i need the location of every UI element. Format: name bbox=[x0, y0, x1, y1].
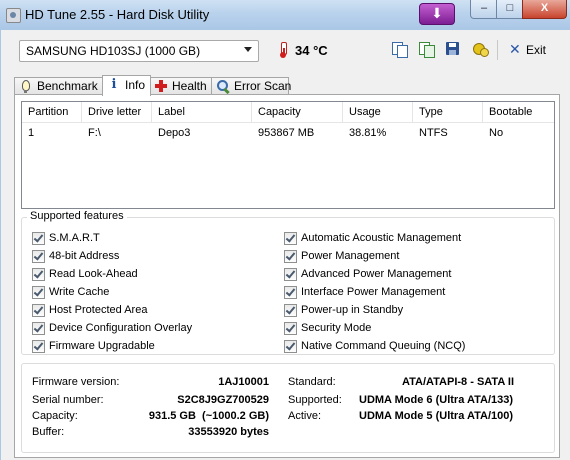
download-button[interactable]: ⬇ bbox=[419, 3, 455, 25]
cell-partition: 1 bbox=[28, 127, 35, 139]
temperature-readout: 34 °C bbox=[295, 43, 328, 58]
firmware-label: Firmware version: bbox=[32, 376, 120, 388]
feature-label: Power Management bbox=[301, 250, 400, 262]
buffer-label: Buffer: bbox=[32, 426, 65, 438]
column-header-partition[interactable]: Partition bbox=[22, 102, 82, 122]
feature-label: Host Protected Area bbox=[49, 304, 148, 316]
feature-label: Advanced Power Management bbox=[301, 268, 452, 280]
cell-drive-letter: F:\ bbox=[88, 127, 101, 139]
feature-label: Firmware Upgradable bbox=[49, 340, 155, 352]
window-title: HD Tune 2.55 - Hard Disk Utility bbox=[25, 7, 210, 22]
column-header-drive-letter[interactable]: Drive letter bbox=[82, 102, 152, 122]
column-header-bootable[interactable]: Bootable bbox=[483, 102, 554, 122]
tab-health[interactable]: Health bbox=[149, 77, 213, 95]
tab-label: Health bbox=[172, 79, 207, 93]
client-area: SAMSUNG HD103SJ (1000 GB) 34 °C ✕ Exit B… bbox=[0, 30, 570, 460]
exit-icon: ✕ bbox=[509, 41, 521, 57]
checkbox[interactable] bbox=[284, 304, 297, 317]
cell-capacity: 953867 MB bbox=[258, 127, 315, 139]
standard-value: ATA/ATAPI-8 - SATA II bbox=[402, 376, 515, 388]
partition-list-header: Partition Drive letter Label Capacity Us… bbox=[22, 102, 554, 123]
checkbox[interactable] bbox=[32, 250, 45, 263]
column-header-label[interactable]: Label bbox=[152, 102, 252, 122]
feature-label: Power-up in Standby bbox=[301, 304, 404, 316]
serial-value: S2C8J9GZ700529 bbox=[177, 394, 269, 406]
capacity-value: 931.5 GB (~1000.2 GB) bbox=[148, 410, 269, 422]
checkbox[interactable] bbox=[32, 232, 45, 245]
tab-label: Benchmark bbox=[37, 79, 98, 93]
benchmark-icon bbox=[20, 80, 32, 93]
health-icon bbox=[155, 80, 167, 93]
error-scan-icon bbox=[217, 80, 229, 93]
cell-usage: 38.81% bbox=[349, 127, 387, 139]
info-icon: i bbox=[111, 77, 117, 92]
column-header-usage[interactable]: Usage bbox=[343, 102, 413, 122]
tab-label: Error Scan bbox=[234, 79, 292, 93]
tab-label: Info bbox=[125, 78, 146, 92]
tab-error-scan[interactable]: Error Scan bbox=[211, 77, 292, 95]
cell-label: Depo3 bbox=[158, 127, 191, 139]
checkbox[interactable] bbox=[32, 268, 45, 281]
column-header-capacity[interactable]: Capacity bbox=[252, 102, 343, 122]
drive-dropdown[interactable]: SAMSUNG HD103SJ (1000 GB) bbox=[19, 40, 259, 62]
checkbox[interactable] bbox=[284, 286, 297, 299]
drive-details-group: Firmware version: 1AJ10001 Serial number… bbox=[21, 363, 555, 453]
feature-label: Device Configuration Overlay bbox=[49, 322, 193, 334]
feature-label: Read Look-Ahead bbox=[49, 268, 138, 280]
chevron-down-icon[interactable] bbox=[244, 47, 252, 52]
toolbar-separator bbox=[497, 40, 498, 60]
buffer-value: 33553920 bytes bbox=[188, 426, 269, 438]
partition-list[interactable]: Partition Drive letter Label Capacity Us… bbox=[21, 101, 555, 209]
firmware-value: 1AJ10001 bbox=[218, 376, 269, 388]
checkbox[interactable] bbox=[284, 340, 297, 353]
checkbox[interactable] bbox=[32, 340, 45, 353]
exit-label: Exit bbox=[526, 43, 547, 57]
feature-label: Interface Power Management bbox=[301, 286, 446, 298]
checkbox[interactable] bbox=[32, 286, 45, 299]
checkbox[interactable] bbox=[32, 322, 45, 335]
cell-type: NTFS bbox=[419, 127, 448, 139]
close-button[interactable]: X bbox=[522, 0, 567, 19]
checkbox[interactable] bbox=[284, 322, 297, 335]
thermometer-icon bbox=[280, 42, 287, 58]
feature-label: S.M.A.R.T bbox=[49, 232, 100, 244]
serial-label: Serial number: bbox=[32, 394, 104, 406]
info-panel: Partition Drive letter Label Capacity Us… bbox=[14, 94, 560, 458]
save-icon[interactable] bbox=[445, 41, 461, 57]
active-label: Active: bbox=[288, 410, 322, 422]
checkbox[interactable] bbox=[284, 232, 297, 245]
tab-info[interactable]: i Info bbox=[102, 75, 151, 96]
feature-label: Native Command Queuing (NCQ) bbox=[301, 340, 466, 352]
feature-label: 48-bit Address bbox=[49, 250, 120, 262]
checkbox[interactable] bbox=[284, 250, 297, 263]
maximize-button[interactable]: □ bbox=[496, 0, 524, 19]
active-value: UDMA Mode 5 (Ultra ATA/100) bbox=[359, 410, 514, 422]
tab-benchmark[interactable]: Benchmark bbox=[14, 77, 104, 95]
group-title: Supported features bbox=[27, 210, 127, 222]
supported-value: UDMA Mode 6 (Ultra ATA/133) bbox=[359, 394, 514, 406]
standard-label: Standard: bbox=[288, 376, 336, 388]
cell-bootable: No bbox=[489, 127, 504, 139]
copy-icon[interactable] bbox=[391, 41, 408, 58]
column-header-type[interactable]: Type bbox=[413, 102, 483, 122]
app-icon bbox=[6, 8, 21, 23]
supported-label: Supported: bbox=[288, 394, 342, 406]
minimize-button[interactable]: – bbox=[470, 0, 498, 19]
feature-label: Security Mode bbox=[301, 322, 372, 334]
title-bar: HD Tune 2.55 - Hard Disk Utility ⬇ – □ X bbox=[0, 0, 570, 31]
checkbox[interactable] bbox=[32, 304, 45, 317]
supported-features-group: Supported features S.M.A.R.T 48-bit Addr… bbox=[21, 210, 555, 355]
capacity-label: Capacity: bbox=[32, 410, 78, 422]
options-icon[interactable] bbox=[472, 41, 489, 57]
feature-label: Automatic Acoustic Management bbox=[301, 232, 462, 244]
copy-all-icon[interactable] bbox=[418, 41, 435, 58]
checkbox[interactable] bbox=[284, 268, 297, 281]
drive-dropdown-value: SAMSUNG HD103SJ (1000 GB) bbox=[26, 44, 201, 58]
feature-label: Write Cache bbox=[49, 286, 110, 298]
